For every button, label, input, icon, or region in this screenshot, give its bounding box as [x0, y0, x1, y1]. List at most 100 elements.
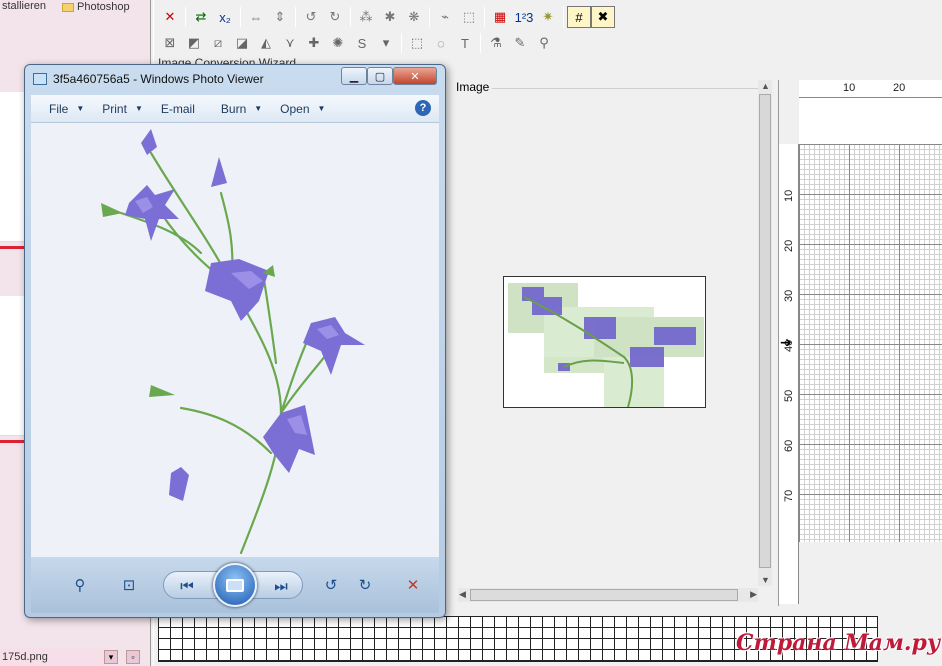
toolbar-separator [401, 33, 402, 53]
toolbar-separator [295, 7, 296, 27]
color-swap-icon[interactable]: ⇄ [189, 6, 213, 28]
grid-top-margin [799, 98, 942, 144]
background-file-label: 175d.png [0, 648, 110, 666]
chevron-down-icon: ▼ [134, 104, 143, 113]
close-button[interactable]: ✕ [393, 67, 437, 85]
toolbar-separator [480, 33, 481, 53]
background-tab-label: stallieren [2, 0, 47, 12]
photo-viewer-app-icon [33, 73, 47, 85]
bead-icon[interactable]: ✺ [326, 32, 350, 54]
rect-select-icon[interactable]: ⬚ [405, 32, 429, 54]
half-stitch-a-icon[interactable]: ◩ [182, 32, 206, 54]
scroll-down-arrow-icon[interactable]: ▼ [761, 575, 770, 585]
menu-open[interactable]: Open ▼ [280, 102, 325, 116]
zoom-icon[interactable]: ⚲ [532, 32, 556, 54]
minimize-button[interactable]: ▁ [341, 67, 367, 85]
photo-viewer-window: 3f5a460756a5 - Windows Photo Viewer ▁ ▢ … [24, 64, 446, 618]
half-stitch-b-icon[interactable]: ⧄ [206, 32, 230, 54]
menu-file[interactable]: File ▼ [49, 102, 84, 116]
toolbar-row-2: ⊠ ◩ ⧄ ◪ ◭ ⋎ ✚ ✺ S ▾ ⬚ ◌ T ⚗ ✎ ⚲ [158, 30, 556, 56]
color-palette-icon[interactable]: ▦ [488, 6, 512, 28]
stitch-d-icon[interactable]: ⌁ [433, 6, 457, 28]
flip-vertical-icon[interactable]: ⇕ [268, 6, 292, 28]
petite-stitch-icon[interactable]: ⋎ [278, 32, 302, 54]
scroll-left-arrow-icon[interactable]: ◀ [459, 589, 466, 600]
select-area-icon[interactable]: ⬚ [457, 6, 481, 28]
stitch-c-icon[interactable]: ❋ [402, 6, 426, 28]
scroll-up-arrow-icon[interactable]: ▲ [761, 81, 770, 91]
scroll-right-arrow-icon[interactable]: ▶ [750, 589, 757, 600]
watermark-logo: Страна Мам.ру [736, 630, 941, 656]
bellflower-photo [101, 129, 365, 555]
actual-size-icon[interactable]: ⊡ [115, 571, 143, 599]
quarter-stitch-icon[interactable]: ◪ [230, 32, 254, 54]
background-page-strip [0, 92, 26, 242]
zoom-icon[interactable]: ⚲ [63, 571, 97, 599]
background-window-icon[interactable]: ▫ [126, 650, 140, 664]
dropdown-icon[interactable]: ▾ [374, 32, 398, 54]
toolbar-separator [563, 7, 564, 27]
text-tool-icon[interactable]: T [453, 32, 477, 54]
background-dropdown-icon[interactable]: ▾ [104, 650, 118, 664]
x2-icon[interactable]: x₂ [213, 6, 237, 28]
image-panel: Image [446, 80, 762, 606]
backstitch-icon[interactable]: S [350, 32, 374, 54]
three-quarter-stitch-icon[interactable]: ◭ [254, 32, 278, 54]
pattern-grid-area: 10 20 10 20 30 40 50 60 70 ➔ [778, 80, 942, 606]
viewer-control-bar: ⚲ ⊡ ⏮ ⏭ ↺ ↻ ✕ [31, 557, 439, 613]
ruler-left-label: 20 [783, 239, 795, 252]
background-folder-label: Photoshop [77, 1, 130, 13]
background-tab-folder[interactable]: Photoshop [62, 0, 130, 14]
toolbar-separator [185, 7, 186, 27]
french-knot-icon[interactable]: ✚ [302, 32, 326, 54]
rotate-left-icon[interactable]: ↺ [319, 571, 343, 599]
menu-email[interactable]: E-mail [161, 102, 195, 116]
slideshow-button[interactable] [213, 563, 257, 607]
folder-icon [62, 2, 74, 12]
image-horizontal-scrollbar[interactable]: ◀ ▶ [458, 588, 758, 602]
ruler-left-label: 70 [783, 489, 795, 502]
close-x-icon[interactable]: ✕ [158, 6, 182, 28]
ruler-top-label: 10 [843, 82, 856, 94]
delete-icon[interactable]: ✕ [401, 571, 425, 599]
menu-print[interactable]: Print ▼ [102, 102, 143, 116]
lasso-select-icon[interactable]: ◌ [429, 32, 453, 54]
chevron-down-icon: ▼ [317, 104, 326, 113]
next-icon[interactable]: ⏭ [266, 572, 296, 600]
menu-burn[interactable]: Burn ▼ [221, 102, 262, 116]
previous-icon[interactable]: ⏮ [172, 572, 202, 600]
image-group-line [492, 88, 758, 89]
menu-file-label: File [49, 101, 69, 116]
stitch-b-icon[interactable]: ✱ [378, 6, 402, 28]
toolbar-separator [240, 7, 241, 27]
ruler-left-label: 10 [783, 189, 795, 202]
horizontal-scroll-thumb[interactable] [470, 589, 738, 601]
grid-icon[interactable]: # [567, 6, 591, 28]
cross-stitch-icon[interactable]: ✖ [591, 6, 615, 28]
rotate-left-icon[interactable]: ↺ [299, 6, 323, 28]
pattern-preview [503, 276, 706, 408]
background-page-strip-2 [0, 296, 26, 436]
slideshow-icon [226, 578, 244, 592]
flip-horizontal-icon[interactable]: ⇔ [244, 6, 268, 28]
maximize-button[interactable]: ▢ [367, 67, 393, 85]
help-icon[interactable]: ? [415, 100, 431, 116]
stitch-a-icon[interactable]: ⁂ [354, 6, 378, 28]
eyedropper-icon[interactable]: ✎ [508, 32, 532, 54]
paint-bucket-icon[interactable]: ⚗ [484, 32, 508, 54]
numbers-icon[interactable]: 1²3 [512, 6, 536, 28]
image-vertical-scrollbar[interactable]: ▲ ▼ [758, 80, 772, 586]
viewer-menu-bar: File ▼ Print ▼ E-mail Burn ▼ Open ▼ ? [31, 95, 439, 123]
ruler-left-label: 30 [783, 289, 795, 302]
menu-burn-label: Burn [220, 101, 247, 116]
rotate-right-icon[interactable]: ↻ [323, 6, 347, 28]
sparkle-icon[interactable]: ✷ [536, 6, 560, 28]
vertical-scroll-thumb[interactable] [759, 94, 771, 568]
pattern-preview-image [508, 283, 704, 407]
rotate-right-icon[interactable]: ↻ [353, 571, 377, 599]
full-stitch-icon[interactable]: ⊠ [158, 32, 182, 54]
chevron-down-icon: ▼ [76, 104, 85, 113]
pattern-grid[interactable] [799, 144, 942, 542]
ruler-top-label: 20 [893, 82, 906, 94]
image-panel-legend: Image [454, 80, 492, 94]
